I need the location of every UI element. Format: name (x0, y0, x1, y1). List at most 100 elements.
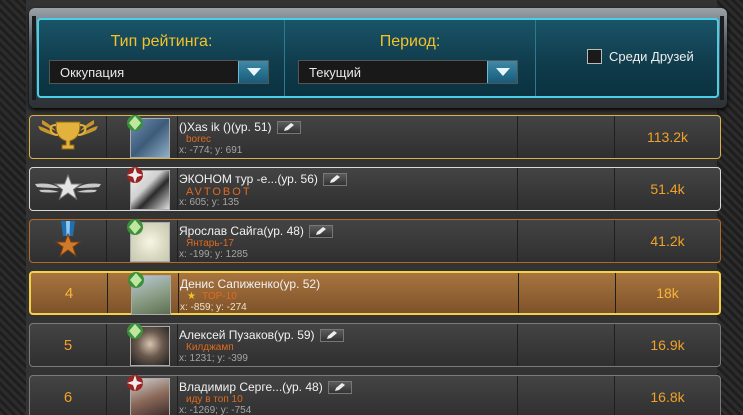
rank-cell: 4 (31, 273, 108, 313)
rank-number: 4 (64, 284, 74, 302)
avatar[interactable] (127, 167, 170, 210)
player-name-line: Денис Сапиженко(ур. 52) (180, 277, 320, 291)
period-section: Период: Текущий (285, 20, 536, 96)
clan-name[interactable]: иду в топ 10 (186, 394, 243, 405)
friends-filter[interactable]: Среди Друзей (587, 49, 694, 64)
rank-cell (30, 116, 107, 158)
ranking-list: ()Xas ik ()(ур. 51) borec x: -774; y: 69… (29, 115, 721, 415)
score-value: 51.4k (650, 181, 685, 197)
period-label: Период: (379, 33, 441, 50)
period-select[interactable]: Текущий (298, 60, 518, 84)
player-coords: x: -859; y: -274 (180, 302, 247, 313)
player-name-line: Алексей Пузаков(ур. 59) (179, 328, 344, 342)
empty-cell (518, 376, 615, 415)
avatar[interactable] (127, 375, 170, 415)
player-name[interactable]: ЭКОНОМ тур -е...(ур. 56) (179, 172, 318, 186)
clan-name[interactable]: Янтарь-17 (186, 238, 234, 249)
avatar[interactable] (128, 272, 171, 315)
avatar[interactable] (127, 323, 170, 366)
player-info: Алексей Пузаков(ур. 59) Килджамп x: 1231… (178, 324, 518, 366)
pencil-icon (329, 174, 340, 183)
friends-checkbox-label[interactable]: Среди Друзей (609, 49, 694, 64)
score-value: 41.2k (650, 233, 685, 249)
player-name[interactable]: Ярослав Сайга(ур. 48) (179, 224, 304, 238)
bronze-medal-icon (53, 220, 83, 263)
rating-type-label: Тип рейтинга: (110, 33, 213, 50)
edit-button[interactable] (322, 172, 347, 186)
chevron-down-icon[interactable] (487, 61, 517, 83)
player-name[interactable]: Владимир Серге...(ур. 48) (179, 380, 323, 394)
clan-name[interactable]: Килджамп (186, 342, 234, 353)
player-info: Ярослав Сайга(ур. 48) Янтарь-17 x: -199;… (178, 220, 518, 262)
empty-cell (518, 116, 615, 158)
score-cell: 16.8k (615, 376, 720, 415)
player-name[interactable]: Алексей Пузаков(ур. 59) (179, 328, 315, 342)
avatar-cell (107, 323, 178, 366)
score-cell: 51.4k (615, 168, 720, 210)
edit-button[interactable] (276, 120, 301, 134)
clan-badge-icon (127, 323, 143, 339)
avatar[interactable] (127, 219, 170, 262)
player-coords: x: 1231; y: -399 (179, 353, 248, 364)
clan-name[interactable]: TOP-10 (202, 291, 237, 302)
player-info: ()Xas ik ()(ур. 51) borec x: -774; y: 69… (178, 116, 518, 158)
pencil-icon (315, 226, 326, 235)
rating-type-section: Тип рейтинга: Оккупация (39, 20, 285, 96)
avatar[interactable] (127, 115, 170, 158)
player-coords: x: -774; y: 691 (179, 145, 243, 156)
left-border-texture (0, 0, 26, 415)
pencil-icon (326, 330, 337, 339)
rating-type-select[interactable]: Оккупация (49, 60, 269, 84)
edit-button[interactable] (319, 328, 344, 342)
chevron-down-icon[interactable] (238, 61, 268, 83)
player-name-line: Владимир Серге...(ур. 48) (179, 380, 352, 394)
rank-cell (30, 220, 107, 262)
score-value: 113.2k (647, 129, 688, 145)
period-value: Текущий (309, 64, 361, 80)
empty-cell (518, 168, 615, 210)
player-name-line: ()Xas ik ()(ур. 51) (179, 120, 301, 134)
ranking-row[interactable]: 6 Владимир Серге...(ур. 48) иду в топ 10… (29, 375, 721, 415)
empty-cell (518, 324, 615, 366)
ranking-row[interactable]: Ярослав Сайга(ур. 48) Янтарь-17 x: -199;… (29, 219, 721, 263)
score-value: 18k (656, 285, 679, 301)
ranking-row[interactable]: ЭКОНОМ тур -е...(ур. 56) AVTOBOT x: 605;… (29, 167, 721, 211)
player-name-line: ЭКОНОМ тур -е...(ур. 56) (179, 172, 347, 186)
player-info: ЭКОНОМ тур -е...(ур. 56) AVTOBOT x: 605;… (178, 168, 518, 210)
score-cell: 16.9k (615, 324, 720, 366)
edit-button[interactable] (327, 380, 352, 394)
rank-cell (30, 168, 107, 210)
player-coords: x: 605; y: 135 (179, 197, 240, 208)
clan-badge-icon (128, 272, 144, 288)
avatar-cell (107, 167, 178, 210)
score-value: 16.8k (650, 389, 685, 405)
player-info: Денис Сапиженко(ур. 52) ★ TOP-10 x: -859… (179, 273, 519, 313)
rank-cell: 5 (30, 324, 107, 366)
clan-name[interactable]: borec (186, 134, 211, 145)
pencil-icon (283, 122, 294, 131)
ranking-row[interactable]: ()Xas ik ()(ур. 51) borec x: -774; y: 69… (29, 115, 721, 159)
ranking-row-current-player[interactable]: 4 Денис Сапиженко(ур. 52) ★ TOP-10 x: -8… (29, 271, 721, 315)
rank-number: 6 (63, 388, 73, 406)
player-name[interactable]: ()Xas ik ()(ур. 51) (179, 120, 272, 134)
player-name-line: Ярослав Сайга(ур. 48) (179, 224, 333, 238)
player-coords: x: -199; y: 1285 (179, 249, 248, 260)
edit-button[interactable] (308, 224, 333, 238)
filter-panel: Тип рейтинга: Оккупация Период: Текущий … (37, 18, 719, 98)
empty-cell (518, 220, 615, 262)
score-value: 16.9k (650, 337, 685, 353)
friends-checkbox[interactable] (587, 49, 602, 64)
avatar-cell (107, 115, 178, 158)
score-cell: 113.2k (615, 116, 720, 158)
empty-cell (519, 273, 616, 313)
ranking-row[interactable]: 5 Алексей Пузаков(ур. 59) Килджамп x: 12… (29, 323, 721, 367)
clan-line: ★ TOP-10 (187, 291, 237, 302)
score-cell: 41.2k (615, 220, 720, 262)
rating-type-value: Оккупация (60, 64, 125, 80)
silver-wings-star-icon (33, 172, 103, 207)
avatar-cell (107, 219, 178, 262)
player-name[interactable]: Денис Сапиженко(ур. 52) (180, 277, 320, 291)
clan-badge-icon (127, 375, 143, 391)
star-icon: ★ (187, 291, 196, 302)
gold-trophy-icon (34, 116, 102, 159)
